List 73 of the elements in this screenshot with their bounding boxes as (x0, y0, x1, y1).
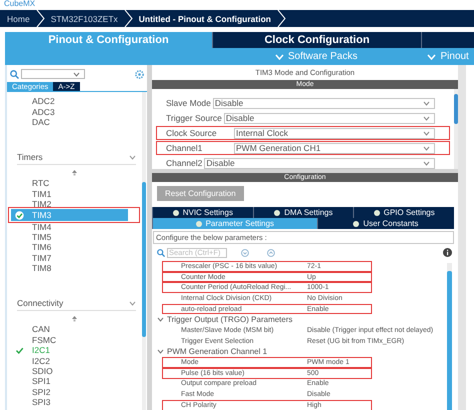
breadcrumb-link[interactable]: STM32F103ZETx (50, 14, 118, 24)
peripheral-item[interactable]: CAN (11, 324, 128, 335)
peripheral-item[interactable]: ADC2 (11, 96, 128, 106)
peripheral-item[interactable]: TIM2 (11, 198, 128, 210)
settings-tab[interactable]: NVIC Settings (152, 207, 253, 218)
peripheral-item[interactable]: TIM4 (11, 221, 128, 232)
peripheral-item[interactable]: I2C2 (11, 355, 128, 366)
settings-tab[interactable]: User Constants (316, 218, 454, 229)
chevron-icon (423, 116, 430, 120)
peripheral-item[interactable]: RTC (11, 178, 128, 189)
chevron-icon (157, 317, 164, 322)
peripheral-item[interactable]: TIM6 (11, 242, 128, 253)
chevron-down-icon (427, 54, 436, 60)
peripheral-item[interactable]: TIM7 (11, 252, 128, 263)
check-icon (15, 346, 24, 355)
parameter-group[interactable]: PWM Generation Channel 1 (152, 346, 268, 358)
field-label: Slave Mode (166, 98, 211, 108)
info-icon (443, 248, 452, 257)
sort-icon (72, 170, 77, 176)
field-label: Clock Source (166, 128, 218, 138)
circled-chevron-icon (267, 248, 275, 256)
gear-icon (135, 70, 144, 78)
scrollbar-thumb[interactable] (142, 182, 146, 337)
chevron-icon (423, 100, 430, 106)
field-label: Channel1 (166, 143, 204, 153)
check-icon (15, 210, 24, 220)
parameter-group[interactable]: Trigger Output (TRGO) Parameters (152, 314, 293, 326)
peripheral-item[interactable]: DAC (11, 116, 128, 128)
breadcrumb-link[interactable]: Untitled - Pinout & Configuration (138, 14, 271, 24)
peripheral-item[interactable]: SPI2 (11, 386, 128, 398)
circled-chevron-icon (241, 248, 249, 256)
scrollbar-thumb[interactable] (454, 94, 458, 124)
dot-icon (172, 210, 179, 216)
chevron-icon (73, 72, 80, 76)
peripheral-item[interactable]: SDIO (11, 366, 128, 376)
breadcrumb-link[interactable]: Home (7, 14, 30, 24)
sort-icon (72, 316, 77, 322)
chevron-right-icon (124, 10, 133, 27)
chevron-icon (129, 154, 136, 160)
field-label: Channel2 (166, 158, 202, 168)
chevron-down-icon (275, 54, 284, 60)
peripheral-item[interactable]: SPI3 (11, 397, 128, 408)
peripheral-item[interactable]: ADC3 (11, 106, 128, 117)
settings-tab[interactable]: DMA Settings (252, 207, 354, 218)
chevron-icon (129, 300, 136, 306)
peripheral-item[interactable]: FSMC (11, 334, 128, 346)
chevron-icon (423, 146, 430, 150)
dot-icon (353, 220, 360, 226)
app-logo: CubeMX (3, 0, 36, 10)
dot-icon (374, 210, 380, 216)
peripheral-item[interactable]: TIM8 (11, 262, 128, 274)
category-header[interactable]: Timers (17, 150, 136, 166)
search-dropdown[interactable] (21, 69, 85, 79)
field-label: Trigger Source (166, 113, 222, 123)
dot-icon (196, 220, 202, 226)
category-header[interactable]: Connectivity (17, 296, 136, 312)
chevron-icon (423, 130, 430, 136)
dropdown[interactable]: Disable (224, 112, 435, 124)
dropdown[interactable]: Internal Clock (234, 128, 435, 138)
dropdown[interactable]: Disable (204, 158, 435, 168)
dropdown[interactable]: Disable (212, 98, 435, 108)
peripheral-item[interactable]: SPI1 (11, 376, 128, 387)
chevron-right-icon (36, 10, 45, 27)
chevron-icon (157, 349, 164, 354)
search-icon (157, 248, 165, 256)
search-icon (10, 70, 19, 78)
chevron-icon (423, 160, 430, 166)
peripheral-item[interactable]: TIM5 (11, 232, 128, 242)
peripheral-item[interactable]: TIM1 (11, 188, 128, 199)
chevron-right-icon (276, 10, 286, 27)
dropdown[interactable]: PWM Generation CH1 (234, 142, 435, 154)
settings-tab[interactable]: GPIO Settings (353, 207, 454, 218)
dot-icon (274, 210, 280, 216)
